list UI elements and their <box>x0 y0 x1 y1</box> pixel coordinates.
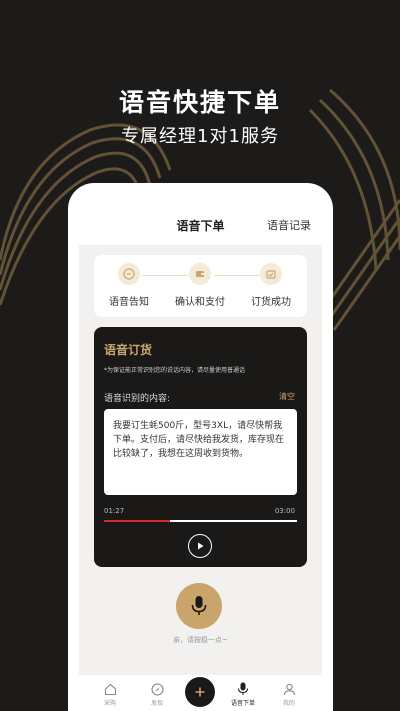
play-button[interactable] <box>188 534 212 558</box>
tab-label: 采购 <box>103 700 116 707</box>
user-icon <box>269 681 309 697</box>
tab-purchase[interactable]: 采购 <box>90 681 130 707</box>
step-success: 订货成功 <box>236 263 306 308</box>
tab-label: 语音下单 <box>230 700 255 707</box>
tab-label: 我的 <box>282 700 295 707</box>
audio-progress-fill <box>104 520 170 522</box>
promo-subtitle: 专属经理1对1服务 <box>121 126 279 147</box>
voice-order-card: 语音订货 *为保证能正常识别您的说话内容，请尽量使用普通话 语音识别的内容: 清… <box>94 327 307 567</box>
voice-order-title: 语音订货 <box>104 343 153 357</box>
tab-mine[interactable]: 我的 <box>269 681 309 707</box>
tab-voice-order[interactable]: 语音下单 <box>223 681 263 707</box>
current-time: 01:27 <box>104 507 125 515</box>
microphone-icon <box>191 596 207 615</box>
home-icon <box>90 681 130 697</box>
step-label: 语音告知 <box>109 297 149 308</box>
step-label: 订货成功 <box>251 297 291 308</box>
recognized-content-label: 语音识别的内容: <box>104 394 171 404</box>
phone-mockup: 语音下单 语音记录 语音告知 确认和支付 订货成功 语音订货 *为保证能正常识别 <box>68 183 333 711</box>
microphone-icon <box>223 681 263 697</box>
compass-icon <box>137 681 177 697</box>
step-label: 确认和支付 <box>175 297 225 308</box>
voice-records-link[interactable]: 语音记录 <box>267 217 311 233</box>
play-icon <box>198 542 204 550</box>
chat-icon <box>118 263 140 285</box>
microphone-button[interactable] <box>176 583 222 629</box>
tab-label: 发现 <box>150 700 163 707</box>
add-button[interactable] <box>185 677 215 707</box>
clear-button[interactable]: 清空 <box>279 391 295 402</box>
plus-icon <box>195 687 205 697</box>
promo-title: 语音快捷下单 <box>118 88 281 117</box>
check-bag-icon <box>260 263 282 285</box>
wallet-icon <box>189 263 211 285</box>
audio-progress-bar[interactable] <box>104 520 297 522</box>
app-header: 语音下单 语音记录 <box>68 211 333 241</box>
total-time: 03:00 <box>274 507 295 515</box>
microphone-hint: 亲，请按稳一点~ <box>173 636 228 644</box>
bottom-tab-bar: 采购 发现 语音下单 我的 <box>68 677 333 711</box>
steps-card: 语音告知 确认和支付 订货成功 <box>94 255 307 317</box>
step-voice: 语音告知 <box>94 263 164 308</box>
voice-order-note: *为保证能正常识别您的说话内容，请尽量使用普通话 <box>104 367 246 374</box>
tab-discover[interactable]: 发现 <box>137 681 177 707</box>
recognized-text: 我要订生蚝500斤，型号3XL，请尽快帮我下单。支付后，请尽快给我发货，库存现在… <box>104 409 297 495</box>
step-confirm: 确认和支付 <box>165 263 235 308</box>
